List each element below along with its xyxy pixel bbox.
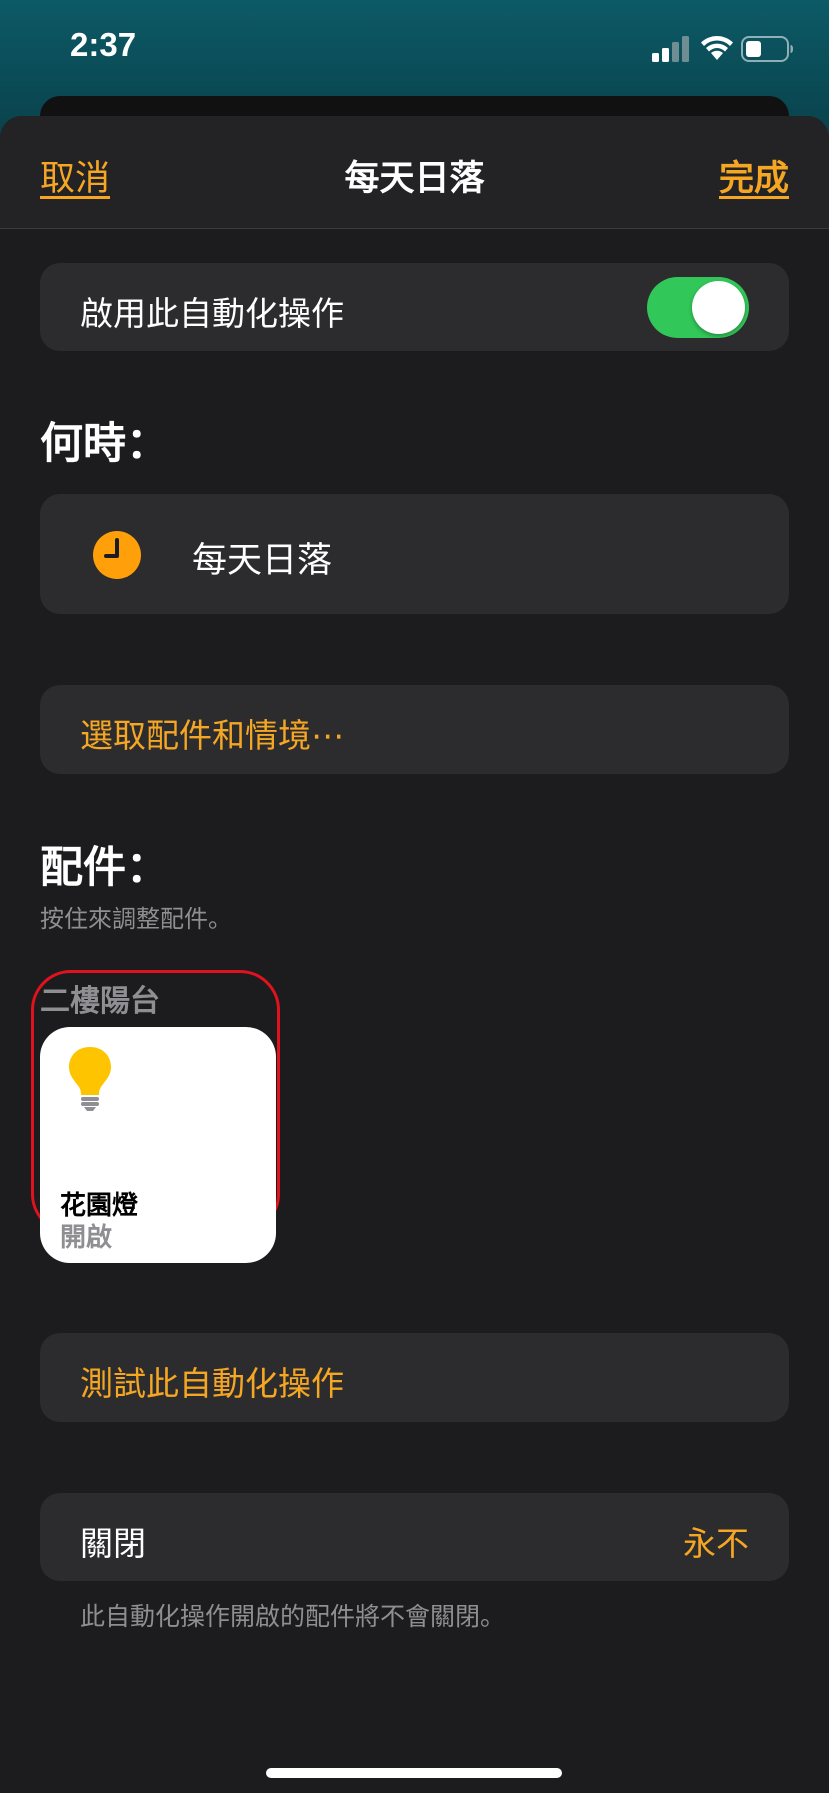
select-accessories-button[interactable]: 選取配件和情境⋯ (40, 685, 789, 774)
page-title: 每天日落 (344, 159, 485, 199)
status-time: 2:37 (70, 26, 137, 63)
cellular-signal-icon (652, 36, 689, 62)
turn-off-label: 關閉 (80, 1524, 146, 1563)
select-accessories-label: 選取配件和情境⋯ (80, 716, 344, 755)
enable-automation-label: 啟用此自動化操作 (80, 294, 344, 333)
lightbulb-icon (69, 1047, 111, 1111)
trigger-label: 每天日落 (192, 541, 333, 581)
test-automation-button[interactable]: 測試此自動化操作 (40, 1333, 789, 1422)
status-bar: 2:37 (0, 0, 829, 100)
home-indicator[interactable] (266, 1768, 562, 1778)
when-section-title: 何時： (40, 419, 169, 469)
battery-icon (741, 36, 793, 62)
turn-off-footnote: 此自動化操作開啟的配件將不會關閉。 (80, 1602, 506, 1631)
navigation-bar: 取消 每天日落 完成 (0, 116, 829, 229)
test-automation-label: 測試此自動化操作 (80, 1364, 344, 1403)
clock-icon (93, 531, 141, 579)
trigger-row[interactable]: 每天日落 (40, 494, 789, 614)
accessory-tile[interactable]: 花園燈 開啟 (40, 1027, 276, 1263)
accessories-subtitle: 按住來調整配件。 (40, 905, 232, 933)
room-label: 二樓陽台 (40, 984, 160, 1019)
turn-off-value: 永不 (683, 1524, 749, 1563)
turn-off-row[interactable]: 關閉 永不 (40, 1493, 789, 1581)
done-button[interactable]: 完成 (719, 150, 789, 201)
cancel-button[interactable]: 取消 (40, 150, 110, 201)
automation-sheet: 取消 每天日落 完成 啟用此自動化操作 何時： 每天日落 選取配件和情境⋯ 配件… (0, 116, 829, 1793)
accessory-status: 開啟 (60, 1223, 113, 1253)
toggle-knob (692, 281, 745, 334)
enable-automation-toggle[interactable] (647, 277, 749, 338)
accessories-section-title: 配件： (40, 843, 169, 893)
wifi-icon (701, 36, 733, 60)
enable-automation-row: 啟用此自動化操作 (40, 263, 789, 351)
